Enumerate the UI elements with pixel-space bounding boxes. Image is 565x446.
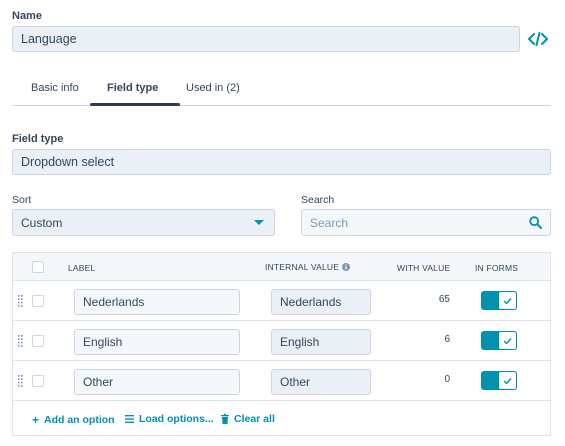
tab-field-type[interactable]: Field type [107,82,158,94]
option-internal-value-input[interactable]: Other [271,369,371,395]
in-forms-toggle[interactable] [481,331,517,350]
option-internal-value-input[interactable]: Nederlands [271,289,371,315]
info-icon[interactable] [342,263,351,271]
check-icon [503,297,512,305]
select-all-checkbox[interactable] [32,261,44,273]
with-value-count: 65 [438,294,450,305]
sort-select[interactable]: Custom [12,209,275,236]
active-tab-indicator [90,103,180,106]
option-internal-value-input[interactable]: English [271,329,371,355]
code-icon[interactable] [528,32,548,46]
drag-handle-icon[interactable] [18,335,23,347]
load-options-label: Load options... [139,413,214,425]
search-field [301,209,551,236]
add-option-label: Add an option [44,414,115,426]
drag-handle-icon[interactable] [18,295,23,307]
in-forms-toggle[interactable] [481,291,517,310]
option-label-input[interactable]: English [74,329,240,355]
tab-basic-info[interactable]: Basic info [31,82,79,94]
search-icon[interactable] [529,216,542,229]
row-checkbox[interactable] [32,295,44,307]
table-row: Other Other 0 [13,361,550,401]
clear-all-label: Clear all [234,413,275,425]
sort-selected-value: Custom [21,215,63,230]
toggle-knob [498,371,517,390]
name-label: Name [12,10,42,22]
drag-handle-icon[interactable] [18,375,23,387]
check-icon [503,377,512,385]
name-input[interactable]: Language [12,26,520,52]
trash-icon [221,414,229,424]
with-value-count: 0 [444,374,450,385]
add-option-button[interactable]: + Add an option [32,413,115,427]
toggle-knob [498,331,517,350]
search-label: Search [301,194,335,206]
row-checkbox[interactable] [32,335,44,347]
with-value-count: 6 [444,334,450,345]
load-options-button[interactable]: Load options... [125,413,214,425]
table-actions: + Add an option Load options... Clear al… [13,401,550,435]
table-row: English English 6 [13,321,550,361]
tab-bar: Basic info Field type Used in (2) [12,74,551,106]
options-table: LABEL INTERNAL VALUE WITH VALUE IN FORMS… [12,252,551,436]
row-checkbox[interactable] [32,375,44,387]
table-row: Nederlands Nederlands 65 [13,281,550,321]
header-internal-value-text: INTERNAL VALUE [265,262,340,272]
plus-icon: + [32,413,40,427]
sort-label: Sort [12,194,32,206]
header-label: LABEL [68,263,96,273]
option-label-input[interactable]: Nederlands [74,289,240,315]
tab-used-in[interactable]: Used in (2) [186,82,240,94]
caret-down-icon [254,220,264,225]
field-type-label: Field type [12,133,64,145]
toggle-knob [498,291,517,310]
search-input[interactable] [302,210,502,235]
check-icon [503,337,512,345]
header-in-forms: IN FORMS [475,263,519,273]
table-header: LABEL INTERNAL VALUE WITH VALUE IN FORMS [13,253,550,281]
field-type-value: Dropdown select [12,149,551,175]
header-with-value: WITH VALUE [397,263,451,273]
header-internal-value: INTERNAL VALUE [265,262,351,272]
in-forms-toggle[interactable] [481,371,517,390]
list-icon [125,415,134,423]
clear-all-button[interactable]: Clear all [221,413,275,425]
option-label-input[interactable]: Other [74,369,240,395]
